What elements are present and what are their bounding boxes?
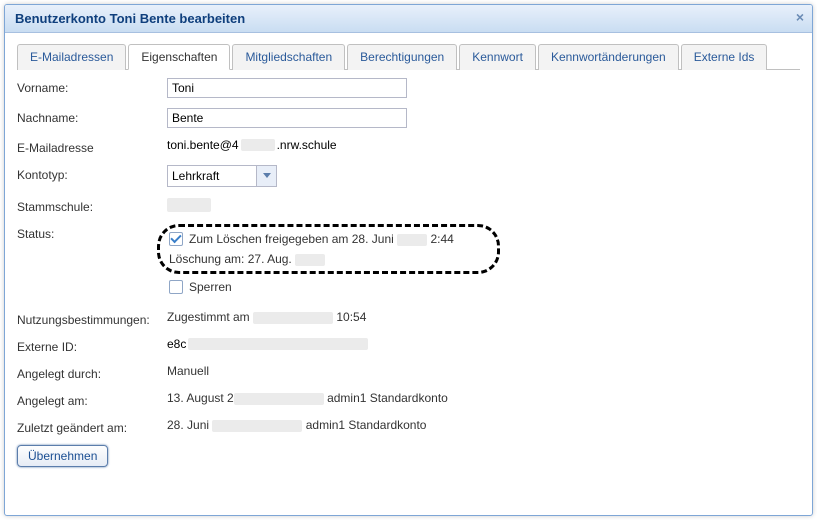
email-value-suffix: .nrw.schule [277, 138, 337, 152]
tab-memberships[interactable]: Mitgliedschaften [232, 44, 345, 70]
tab-email[interactable]: E-Mailadressen [17, 44, 126, 70]
label-externalid: Externe ID: [17, 337, 167, 354]
email-field: toni.bente@4 .nrw.schule [167, 138, 337, 152]
email-value-prefix: toni.bente@4 [167, 138, 239, 152]
terms-value: Zugestimmt am 10:54 [167, 310, 800, 324]
dialog-header: Benutzerkonto Toni Bente bearbeiten × [5, 5, 812, 33]
label-terms: Nutzungsbestimmungen: [17, 310, 167, 327]
redacted [253, 312, 333, 324]
firstname-input[interactable] [167, 78, 407, 98]
externalid-prefix: e8c [167, 337, 186, 351]
redacted [167, 198, 211, 212]
lock-checkbox[interactable] [169, 280, 183, 294]
lastname-input[interactable] [167, 108, 407, 128]
tab-permissions[interactable]: Berechtigungen [347, 44, 457, 70]
tab-pwchanges[interactable]: Kennwortänderungen [538, 44, 679, 70]
redacted [397, 234, 427, 246]
redacted [188, 338, 368, 350]
accounttype-input[interactable] [168, 166, 256, 186]
createdby-value: Manuell [167, 364, 800, 378]
dialog-window: Benutzerkonto Toni Bente bearbeiten × E-… [4, 4, 813, 516]
accounttype-combo[interactable] [167, 165, 277, 187]
submit-button[interactable]: Übernehmen [17, 445, 108, 467]
tab-password[interactable]: Kennwort [459, 44, 536, 70]
label-email: E-Mailadresse [17, 138, 167, 155]
label-status: Status: [17, 224, 167, 241]
createdon-value: 13. August 2 admin1 Standardkonto [167, 391, 800, 405]
redacted [241, 139, 275, 151]
tab-properties[interactable]: Eigenschaften [128, 44, 230, 70]
redacted [234, 393, 324, 405]
label-createdby: Angelegt durch: [17, 364, 167, 381]
lastmodified-value: 28. Juni admin1 Standardkonto [167, 418, 800, 432]
redacted [295, 254, 325, 266]
deletion-on-text: Löschung am: 27. Aug. [169, 252, 790, 266]
label-createdon: Angelegt am: [17, 391, 167, 408]
externalid-field: e8c [167, 337, 368, 351]
status-highlight: Zum Löschen freigegeben am 28. Juni 2:44… [167, 224, 800, 274]
delete-release-text: Zum Löschen freigegeben am 28. Juni 2:44 [189, 232, 454, 246]
label-firstname: Vorname: [17, 78, 167, 95]
label-lastmodified: Zuletzt geändert am: [17, 418, 167, 435]
dialog-body: E-Mailadressen Eigenschaften Mitgliedsch… [5, 33, 812, 513]
tabstrip: E-Mailadressen Eigenschaften Mitgliedsch… [17, 43, 800, 70]
close-icon[interactable]: × [796, 9, 804, 25]
label-mainschool: Stammschule: [17, 197, 167, 214]
label-accounttype: Kontotyp: [17, 165, 167, 182]
label-lastname: Nachname: [17, 108, 167, 125]
dialog-title: Benutzerkonto Toni Bente bearbeiten [15, 11, 245, 26]
lock-label: Sperren [189, 280, 232, 294]
tab-externalids[interactable]: Externe Ids [681, 44, 768, 70]
chevron-down-icon[interactable] [256, 166, 276, 186]
redacted [212, 420, 302, 432]
delete-release-checkbox[interactable] [169, 232, 183, 246]
